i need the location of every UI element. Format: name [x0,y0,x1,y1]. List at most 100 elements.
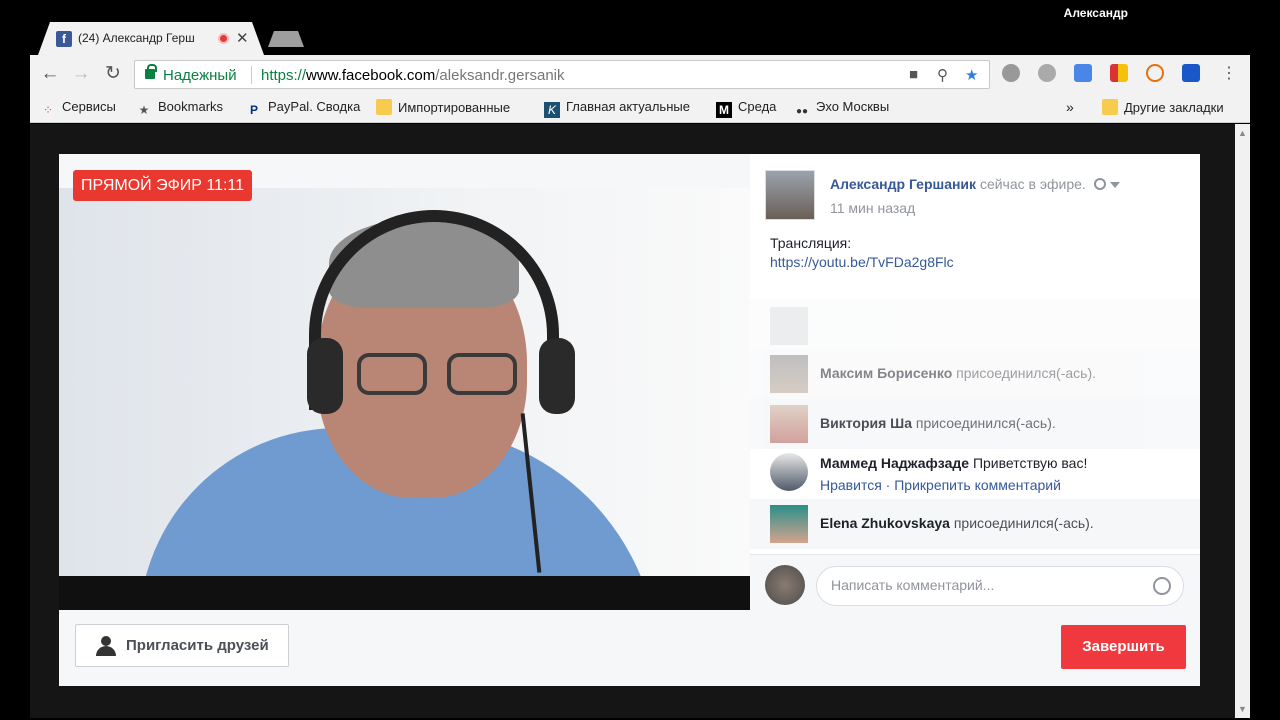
post-time[interactable]: 11 мин назад [830,200,915,216]
bookmark-paypal[interactable]: P PayPal. Сводка [246,99,360,118]
invite-label: Пригласить друзей [126,637,269,654]
new-tab-button[interactable] [268,31,304,47]
zoom-icon[interactable]: ⚲ [937,66,948,84]
end-broadcast-button[interactable]: Завершить [1061,625,1186,669]
live-badge: ПРЯМОЙ ЭФИР 11:11 [73,170,253,201]
avatar[interactable] [770,355,808,393]
address-bar[interactable]: Надежный https://www.facebook.com/aleksa… [134,60,990,89]
facebook-icon: f [56,31,72,47]
echo-icon: ●● [795,106,809,117]
yandex-icon[interactable] [1110,64,1128,82]
medium-icon: M [716,102,732,118]
emoji-icon[interactable] [1153,577,1171,595]
scroll-up-icon[interactable]: ▲ [1238,128,1247,138]
globe-extension-icon[interactable] [1038,64,1056,82]
bookmarks-bar: ⁘ Сервисы ★ Bookmarks P PayPal. Сводка Импо… [30,93,1250,123]
bookmarks-overflow[interactable]: » [1066,99,1074,115]
video-feed[interactable] [59,188,750,576]
menu-icon[interactable]: ⋮ [1218,64,1240,84]
bookmark-label: Другие закладки [1124,100,1224,115]
lock-icon [145,64,157,79]
secure-label: Надежный [163,67,237,84]
k-icon: K [544,102,560,118]
user-name[interactable]: Виктория Ша [820,415,912,431]
live-broadcast-dialog: ПРЯМОЙ ЭФИР 11:11 Александр Гершаник сей… [59,154,1200,686]
author-name[interactable]: Александр Гершаник [830,176,976,192]
post-header: Александр Гершаник сейчас в эфире. [830,176,1120,192]
scroll-down-icon[interactable]: ▼ [1238,704,1247,714]
earcup [539,338,575,414]
comment-input[interactable]: Написать комментарий... [816,566,1184,606]
recording-icon [218,33,229,44]
comment-item: Маммед Наджафзаде Приветствую вас! Нрави… [750,449,1200,499]
bookmark-label: Сервисы [62,99,116,114]
apps-icon: ⁘ [42,103,54,117]
activity-action: присоединился(-ась). [915,415,1056,431]
user-name[interactable]: Elena Zhukovskaya [820,515,950,531]
video-bottom-bar [59,576,750,610]
url-scheme: https:// [261,67,307,84]
bookmark-label: Импортированные [398,100,511,115]
url-text: https://www.facebook.com/aleksandr.gersa… [261,67,565,84]
pin-comment-button[interactable]: Прикрепить комментарий [894,477,1061,493]
like-button[interactable]: Нравится [820,477,882,493]
list-item: Elena Zhukovskaya присоединился(-ась). [750,499,1200,549]
camera-icon[interactable]: ■ [909,66,918,83]
scrollbar[interactable]: ▲ ▼ [1235,124,1250,718]
bike-icon[interactable] [1146,64,1164,82]
bookmark-medium[interactable]: M Среда [716,99,776,118]
avatar[interactable] [770,453,808,491]
activity-action: присоединился(-ась). [953,515,1094,531]
bookmark-label: Bookmarks [158,99,224,114]
live-status: сейчас в эфире. [979,176,1086,192]
avatar [765,565,805,605]
browser-window: Александр f (24) Александр Герш ✕ ← → ↻ … [0,0,1280,720]
bookmark-apps[interactable]: ⁘ Сервисы [40,99,116,118]
url-path: /aleksandr.gersanik [435,67,565,84]
bookmark-label: Эхо Москвы [816,99,890,114]
bookmark-imported[interactable]: Импортированные [376,99,510,115]
bookmark-k[interactable]: K Главная актуальные [544,99,690,118]
reader-icon[interactable] [1182,64,1200,82]
comment-composer: Написать комментарий... [750,554,1200,610]
activity-action: присоединился(-ась). [956,365,1097,381]
comment-body: Приветствую вас! [972,455,1088,471]
add-user-icon [96,636,116,656]
paypal-icon: P [249,103,258,117]
activity-text: Максим Борисенко присоединился(-ась). [820,365,1096,381]
list-item: Виктория Ша присоединился(-ась). [750,399,1200,449]
user-name[interactable]: Максим Борисенко [820,365,952,381]
bookmark-other[interactable]: Другие закладки [1102,99,1224,115]
forward-icon[interactable]: → [70,64,92,84]
bookmark-label: PayPal. Сводка [268,99,361,114]
globe-icon[interactable] [1093,178,1106,190]
star-icon: ★ [138,103,150,117]
reload-icon[interactable]: ↻ [102,64,124,84]
avatar[interactable] [770,405,808,443]
title-bar: Александр f (24) Александр Герш ✕ [0,0,1280,55]
bookmark-star-icon[interactable]: ★ [965,66,978,84]
video-background [59,188,750,576]
folder-icon [1102,99,1118,115]
extension-icon[interactable] [1002,64,1020,82]
bookmark-echo[interactable]: ●● Эхо Москвы [794,99,889,120]
close-tab-icon[interactable]: ✕ [236,29,249,47]
user-name[interactable]: Маммед Наджафзаде [820,455,969,471]
avatar[interactable] [765,170,815,220]
invite-friends-button[interactable]: Пригласить друзей [75,624,289,667]
dialog-footer: Пригласить друзей Завершить [59,610,1200,686]
chevron-down-icon[interactable] [1109,182,1120,188]
comments-panel: Александр Гершаник сейчас в эфире. 11 ми… [750,154,1200,610]
profile-name[interactable]: Александр [1064,6,1128,20]
post-link[interactable]: https://youtu.be/TvFDa2g8Flc [770,254,954,270]
translate-icon[interactable] [1074,64,1092,82]
back-icon[interactable]: ← [39,64,61,84]
tab-facebook[interactable]: f (24) Александр Герш ✕ [38,22,264,55]
avatar[interactable] [770,505,808,543]
comment-actions: Нравится · Прикрепить комментарий [820,477,1061,493]
bookmark-bookmarks[interactable]: ★ Bookmarks [136,99,223,118]
url-host: www.facebook.com [306,67,436,84]
comment-placeholder: Написать комментарий... [831,577,995,593]
toolbar: ← → ↻ Надежный https://www.facebook.com/… [30,55,1250,93]
bookmark-label: Среда [738,99,777,114]
